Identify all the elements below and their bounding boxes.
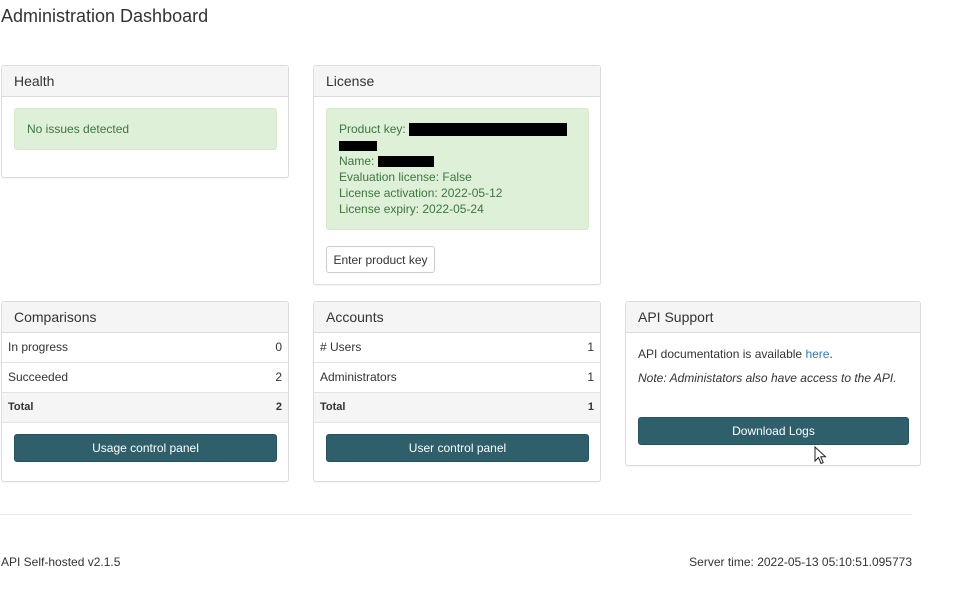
api-support-panel-title: API Support bbox=[626, 302, 920, 333]
enter-product-key-button[interactable]: Enter product key bbox=[326, 246, 435, 273]
product-key-redacted bbox=[409, 123, 568, 137]
row-label: In progress bbox=[8, 340, 69, 354]
license-activation: License activation: 2022-05-12 bbox=[339, 186, 503, 200]
health-panel: Health No issues detected bbox=[1, 65, 289, 178]
row-label: Administrators bbox=[320, 370, 397, 384]
table-row: Administrators 1 bbox=[314, 363, 600, 393]
table-row: In progress 0 bbox=[2, 333, 288, 363]
table-row: # Users 1 bbox=[314, 333, 600, 363]
row-label: Succeeded bbox=[8, 370, 69, 384]
license-panel-title: License bbox=[314, 66, 600, 97]
comparisons-table: In progress 0 Succeeded 2 Total 2 bbox=[2, 333, 288, 423]
user-control-panel-button[interactable]: User control panel bbox=[326, 434, 589, 462]
api-doc-suffix: . bbox=[829, 347, 833, 361]
api-documentation-text: API documentation is available here. bbox=[638, 347, 833, 361]
license-panel: License Product key: Name: Evaluation li… bbox=[313, 65, 601, 285]
health-panel-title: Health bbox=[2, 66, 288, 97]
total-label: Total bbox=[320, 401, 346, 413]
total-label: Total bbox=[8, 401, 34, 413]
evaluation-license: Evaluation license: False bbox=[339, 170, 472, 184]
product-key-redacted-continued bbox=[339, 140, 377, 151]
api-support-panel: API Support API documentation is availab… bbox=[625, 301, 921, 466]
health-status-text: No issues detected bbox=[27, 122, 130, 136]
footer-version: API Self-hosted v2.1.5 bbox=[1, 555, 121, 569]
comparisons-panel: Comparisons In progress 0 Succeeded 2 To… bbox=[1, 301, 289, 482]
api-note: Note: Administators also have access to … bbox=[638, 371, 897, 385]
total-value: 1 bbox=[587, 401, 594, 413]
download-logs-button[interactable]: Download Logs bbox=[638, 417, 909, 445]
api-doc-prefix: API documentation is available bbox=[638, 347, 806, 361]
accounts-panel: Accounts # Users 1 Administrators 1 Tota… bbox=[313, 301, 601, 482]
row-label: # Users bbox=[320, 340, 362, 354]
usage-control-panel-button[interactable]: Usage control panel bbox=[14, 434, 277, 462]
page-title: Administration Dashboard bbox=[1, 6, 209, 26]
footer-server-time: Server time: 2022-05-13 05:10:51.095773 bbox=[689, 555, 912, 569]
license-expiry: License expiry: 2022-05-24 bbox=[339, 202, 484, 216]
table-total-row: Total 2 bbox=[2, 393, 288, 423]
table-total-row: Total 1 bbox=[314, 393, 600, 423]
table-row: Succeeded 2 bbox=[2, 363, 288, 393]
footer-divider bbox=[0, 514, 912, 515]
row-value: 2 bbox=[275, 370, 282, 384]
total-value: 2 bbox=[275, 401, 282, 413]
mouse-cursor-icon bbox=[814, 446, 827, 465]
license-name-label: Name: bbox=[339, 154, 375, 168]
product-key-label: Product key: bbox=[339, 122, 406, 136]
license-info-alert: Product key: Name: Evaluation license: F… bbox=[326, 108, 589, 230]
api-doc-link[interactable]: here bbox=[805, 347, 829, 361]
accounts-table: # Users 1 Administrators 1 Total 1 bbox=[314, 333, 600, 423]
row-value: 0 bbox=[275, 340, 282, 354]
row-value: 1 bbox=[587, 340, 594, 354]
health-status-alert: No issues detected bbox=[14, 108, 277, 150]
comparisons-panel-title: Comparisons bbox=[2, 302, 288, 333]
accounts-panel-title: Accounts bbox=[314, 302, 600, 333]
row-value: 1 bbox=[587, 370, 594, 384]
license-name-redacted bbox=[377, 156, 434, 168]
